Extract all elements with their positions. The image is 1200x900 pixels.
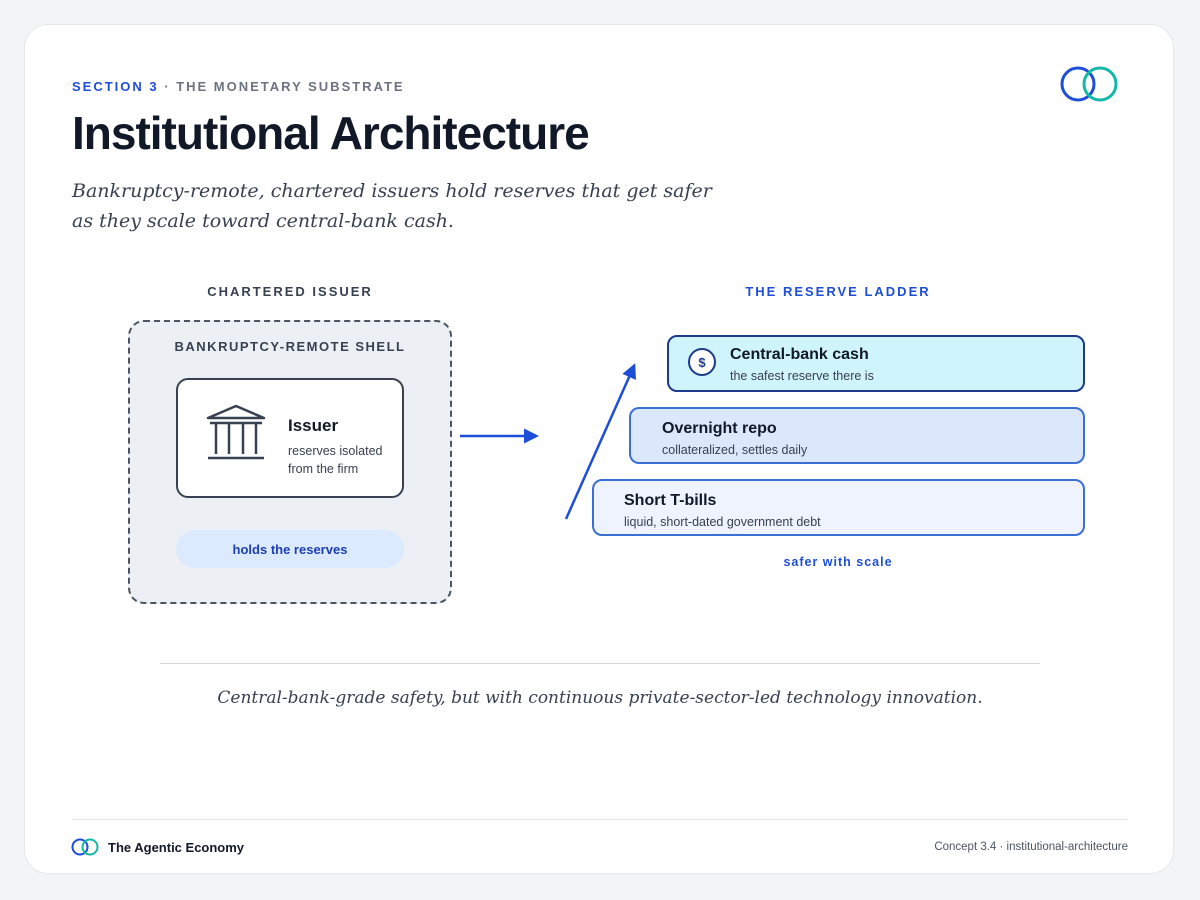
rung-title: Central-bank cash: [730, 346, 869, 363]
rung-description: collateralized, settles daily: [662, 443, 808, 457]
scale-note: safer with scale: [783, 555, 893, 569]
shell-label: BANKRUPTCY-REMOTE SHELL: [174, 339, 406, 354]
issuer-title: Issuer: [288, 416, 339, 435]
footer-brand: The Agentic Economy: [108, 840, 245, 855]
kicker-separator: ·: [158, 79, 177, 94]
footer-logo-icon: [71, 838, 99, 856]
footer-divider: [72, 819, 1128, 820]
rung-title: Short T-bills: [624, 492, 717, 509]
bank-building-icon: [206, 404, 266, 460]
section-topic: THE MONETARY SUBSTRATE: [176, 79, 405, 94]
takeaway-text: Central-bank-grade safety, but with cont…: [217, 688, 983, 708]
rung-description: the safest reserve there is: [730, 369, 874, 383]
footer-concept-id: Concept 3.4 · institutional-architecture: [934, 841, 1128, 853]
rung-description: liquid, short-dated government debt: [624, 515, 821, 529]
dollar-icon: $: [688, 348, 716, 376]
issuer-description: reserves isolated from the firm: [288, 444, 383, 476]
rung-title: Overnight repo: [662, 420, 777, 437]
brand-logo-icon: [1060, 66, 1118, 102]
holds-reserves-pill: holds the reserves: [176, 530, 404, 568]
divider: [160, 663, 1040, 664]
chartered-issuer-heading: CHARTERED ISSUER: [207, 284, 373, 299]
section-kicker: SECTION 3 · THE MONETARY SUBSTRATE: [72, 79, 405, 94]
reserve-ladder-heading: THE RESERVE LADDER: [745, 284, 931, 299]
page-subtitle: Bankruptcy-remote, chartered issuers hol…: [72, 180, 712, 232]
section-number: SECTION 3: [72, 79, 159, 94]
page-title: Institutional Architecture: [72, 107, 590, 159]
